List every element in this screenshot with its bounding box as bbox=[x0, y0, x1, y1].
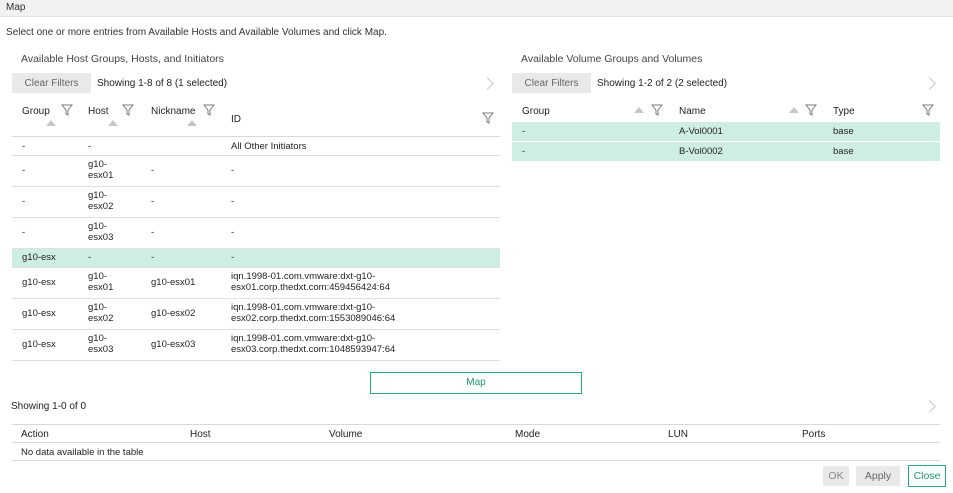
dialog-title: Map bbox=[6, 2, 26, 13]
mappings-empty-message: No data available in the table bbox=[21, 447, 144, 458]
mappings-col-volume[interactable]: Volume bbox=[329, 429, 362, 440]
group-filter-icon[interactable] bbox=[61, 104, 73, 116]
row-name: A-Vol0001 bbox=[679, 126, 723, 137]
row-group: - bbox=[22, 196, 26, 207]
hosts-clear-filters-button[interactable]: Clear Filters bbox=[12, 73, 91, 93]
row-id: - bbox=[231, 252, 235, 263]
id-filter-icon[interactable] bbox=[482, 112, 494, 124]
mappings-showing-count: Showing 1-0 of 0 bbox=[11, 401, 87, 412]
map-button[interactable]: Map bbox=[370, 372, 582, 394]
row-host: - bbox=[88, 141, 92, 152]
table-row-selected[interactable]: g10-esx - - - bbox=[12, 249, 500, 268]
hosts-next-page-chevron-icon[interactable] bbox=[481, 77, 494, 90]
group-sort-icon[interactable] bbox=[46, 120, 56, 126]
volumes-clear-filters-button[interactable]: Clear Filters bbox=[512, 73, 591, 93]
row-group: - bbox=[22, 165, 26, 176]
row-nickname: - bbox=[151, 165, 155, 176]
volumes-table-header: Group Name Type bbox=[512, 97, 940, 121]
row-group: - bbox=[522, 126, 526, 137]
host-sort-icon[interactable] bbox=[108, 120, 118, 126]
mappings-table-header: Action Host Volume Mode LUN Ports bbox=[12, 425, 940, 442]
table-row[interactable]: g10-esx g10- esx01 g10-esx01 iqn.1998-01… bbox=[12, 268, 500, 299]
volume-name-sort-icon[interactable] bbox=[789, 107, 799, 113]
volumes-col-type[interactable]: Type bbox=[833, 106, 855, 117]
table-row[interactable]: - g10- esx03 - - bbox=[12, 218, 500, 249]
row-host: - bbox=[88, 252, 92, 263]
row-id: iqn.1998-01.com.vmware:dxt-g10- esx01.co… bbox=[231, 271, 390, 293]
row-group: g10-esx bbox=[22, 277, 56, 288]
row-group: g10-esx bbox=[22, 339, 56, 350]
row-id: iqn.1998-01.com.vmware:dxt-g10- esx03.co… bbox=[231, 333, 396, 355]
close-button[interactable]: Close bbox=[908, 465, 946, 487]
hosts-showing-count: Showing 1-8 of 8 (1 selected) bbox=[97, 78, 228, 89]
row-nickname: - bbox=[151, 227, 155, 238]
hosts-col-nickname[interactable]: Nickname bbox=[151, 106, 195, 117]
table-row[interactable]: - g10- esx02 - - bbox=[12, 187, 500, 218]
volume-row-selected[interactable]: - A-Vol0001 base bbox=[512, 122, 940, 142]
nickname-filter-icon[interactable] bbox=[203, 104, 215, 116]
row-name: B-Vol0002 bbox=[679, 146, 723, 157]
mappings-col-host[interactable]: Host bbox=[190, 429, 211, 440]
mappings-col-lun[interactable]: LUN bbox=[668, 429, 688, 440]
row-host: g10- esx01 bbox=[88, 159, 114, 181]
row-nickname: g10-esx01 bbox=[151, 277, 196, 288]
ok-button[interactable]: OK bbox=[823, 466, 849, 486]
row-host: g10- esx01 bbox=[88, 271, 114, 293]
row-nickname: - bbox=[151, 252, 155, 263]
hosts-table-header: Group Host Nickname ID bbox=[12, 97, 500, 136]
row-id: - bbox=[231, 196, 235, 207]
apply-button[interactable]: Apply bbox=[856, 466, 900, 486]
mappings-col-action[interactable]: Action bbox=[21, 429, 49, 440]
volumes-col-name[interactable]: Name bbox=[679, 106, 706, 117]
volume-group-sort-icon[interactable] bbox=[634, 107, 644, 113]
mappings-next-page-chevron-icon[interactable] bbox=[923, 400, 936, 413]
table-row[interactable]: g10-esx g10- esx02 g10-esx02 iqn.1998-01… bbox=[12, 299, 500, 330]
row-group: - bbox=[22, 141, 26, 152]
row-nickname: g10-esx03 bbox=[151, 339, 196, 350]
mappings-col-ports[interactable]: Ports bbox=[802, 429, 825, 440]
volumes-section-title: Available Volume Groups and Volumes bbox=[521, 53, 703, 65]
row-group: - bbox=[22, 227, 26, 238]
hosts-section-title: Available Host Groups, Hosts, and Initia… bbox=[21, 53, 224, 65]
row-host: g10- esx03 bbox=[88, 221, 114, 243]
row-id: - bbox=[231, 165, 235, 176]
row-id: iqn.1998-01.com.vmware:dxt-g10- esx02.co… bbox=[231, 302, 396, 324]
row-nickname: g10-esx02 bbox=[151, 308, 196, 319]
row-group: - bbox=[522, 146, 526, 157]
instructions-text: Select one or more entries from Availabl… bbox=[6, 27, 387, 38]
mappings-col-mode[interactable]: Mode bbox=[515, 429, 540, 440]
nickname-sort-icon[interactable] bbox=[187, 120, 197, 126]
mappings-bottom-divider bbox=[12, 460, 940, 461]
row-host: g10- esx02 bbox=[88, 302, 114, 324]
volume-group-filter-icon[interactable] bbox=[651, 104, 663, 116]
volumes-col-group[interactable]: Group bbox=[522, 106, 550, 117]
row-type: base bbox=[833, 146, 854, 157]
volume-name-filter-icon[interactable] bbox=[805, 104, 817, 116]
hosts-col-id[interactable]: ID bbox=[231, 114, 241, 125]
table-row[interactable]: g10-esx g10- esx03 g10-esx03 iqn.1998-01… bbox=[12, 330, 500, 361]
row-nickname: - bbox=[151, 196, 155, 207]
volumes-next-page-chevron-icon[interactable] bbox=[923, 77, 936, 90]
hosts-col-host[interactable]: Host bbox=[88, 106, 109, 117]
volumes-showing-count: Showing 1-2 of 2 (2 selected) bbox=[597, 78, 728, 89]
hosts-col-group[interactable]: Group bbox=[22, 106, 50, 117]
row-id: All Other Initiators bbox=[231, 141, 307, 152]
row-group: g10-esx bbox=[22, 252, 56, 263]
mappings-header-divider bbox=[12, 442, 940, 443]
dialog-titlebar: Map bbox=[0, 0, 953, 17]
row-host: g10- esx02 bbox=[88, 190, 114, 212]
table-row[interactable]: - g10- esx01 - - bbox=[12, 156, 500, 187]
volume-row-selected[interactable]: - B-Vol0002 base bbox=[512, 142, 940, 161]
row-host: g10- esx03 bbox=[88, 333, 114, 355]
row-id: - bbox=[231, 227, 235, 238]
row-type: base bbox=[833, 126, 854, 137]
host-filter-icon[interactable] bbox=[122, 104, 134, 116]
volume-type-filter-icon[interactable] bbox=[922, 104, 934, 116]
row-group: g10-esx bbox=[22, 308, 56, 319]
table-row[interactable]: - - All Other Initiators bbox=[12, 137, 500, 156]
